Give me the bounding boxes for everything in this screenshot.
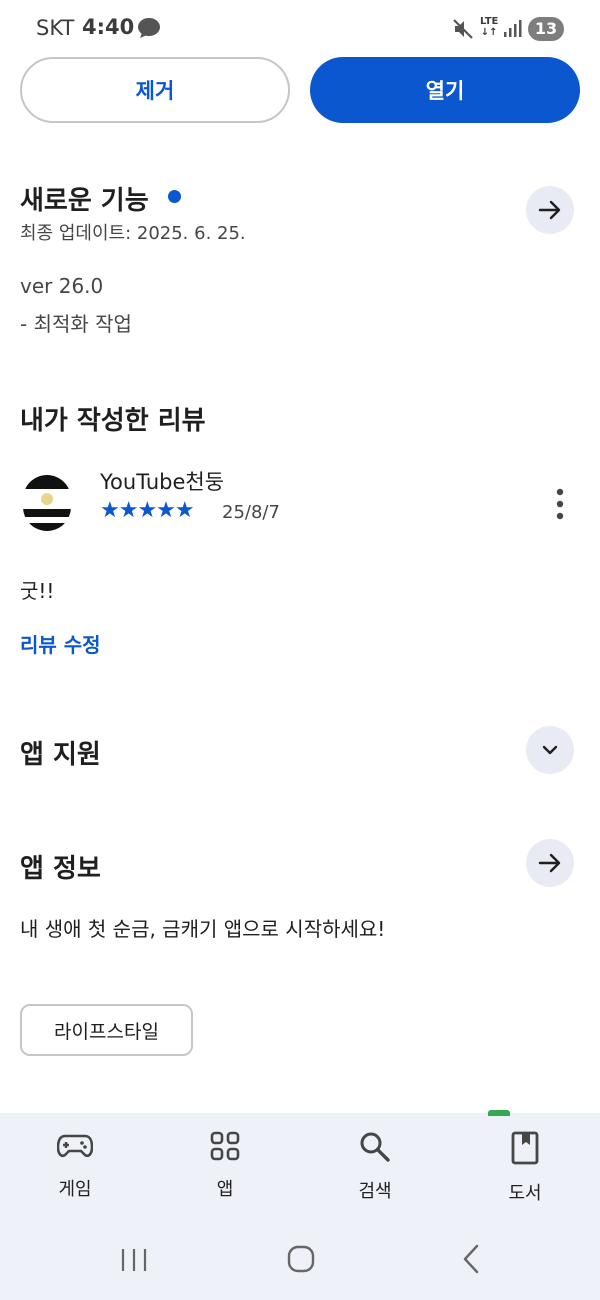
signal-icon xyxy=(504,20,522,37)
new-indicator-dot xyxy=(168,190,181,203)
arrow-right-icon xyxy=(538,853,561,873)
whats-new-title: 새로운 기능 xyxy=(20,186,149,216)
nav-item-apps[interactable]: 앱 xyxy=(170,1131,280,1221)
app-support-title[interactable]: 앱 지원 xyxy=(20,734,101,771)
nav-item-books[interactable]: 도서 xyxy=(470,1131,580,1221)
last-updated-date: 최종 업데이트: 2025. 6. 25. xyxy=(20,223,246,244)
apps-grid-icon xyxy=(210,1131,240,1161)
category-chip[interactable]: 라이프스타일 xyxy=(20,1004,193,1056)
carrier-label: SKT xyxy=(36,16,75,40)
chat-bubble-icon xyxy=(138,18,160,38)
lte-label: LTE xyxy=(480,16,499,27)
network-type: LTE ↓↑ xyxy=(480,16,499,38)
nav-item-games[interactable]: 게임 xyxy=(20,1131,130,1221)
nav-item-search[interactable]: 검색 xyxy=(320,1131,430,1221)
review-text: 굿!! xyxy=(20,579,55,603)
book-icon xyxy=(511,1131,539,1165)
gamepad-icon xyxy=(57,1134,93,1158)
nav-label: 앱 xyxy=(216,1179,234,1200)
arrow-right-icon xyxy=(538,200,561,220)
star-rating: ★★★★★ xyxy=(100,498,195,523)
whats-new-arrow-button[interactable] xyxy=(526,186,574,234)
nav-label: 게임 xyxy=(58,1179,92,1200)
edit-review-link[interactable]: 리뷰 수정 xyxy=(20,629,101,658)
app-info-title[interactable]: 앱 정보 xyxy=(20,848,101,885)
nav-label: 도서 xyxy=(508,1183,542,1204)
clock-time: 4:40 xyxy=(82,15,135,39)
green-indicator xyxy=(488,1110,510,1116)
reviewer-name: YouTube천둥 xyxy=(100,470,225,494)
status-bar: SKT 4:40 LTE ↓↑ 13 xyxy=(0,0,600,56)
nav-label: 검색 xyxy=(358,1181,392,1202)
open-button[interactable]: 열기 xyxy=(310,57,580,123)
home-icon[interactable] xyxy=(287,1245,315,1273)
notification-count-badge: 13 xyxy=(528,17,564,41)
app-description: 내 생애 첫 순금, 금캐기 앱으로 시작하세요! xyxy=(20,917,386,941)
review-date: 25/8/7 xyxy=(222,502,280,523)
remove-button[interactable]: 제거 xyxy=(20,57,290,123)
back-icon[interactable] xyxy=(460,1244,482,1274)
release-note-line: - 최적화 작업 xyxy=(20,312,132,336)
avatar xyxy=(23,475,71,531)
search-icon xyxy=(360,1132,390,1162)
app-info-arrow-button[interactable] xyxy=(526,839,574,887)
more-options-icon[interactable] xyxy=(548,487,572,521)
system-navigation xyxy=(0,1236,600,1286)
my-review-title: 내가 작성한 리뷰 xyxy=(20,406,206,436)
recent-apps-icon[interactable] xyxy=(120,1246,148,1274)
app-support-expand-button[interactable] xyxy=(526,726,574,774)
mute-icon xyxy=(453,19,473,39)
release-note-line: ver 26.0 xyxy=(20,274,104,298)
chevron-down-icon xyxy=(542,745,558,755)
